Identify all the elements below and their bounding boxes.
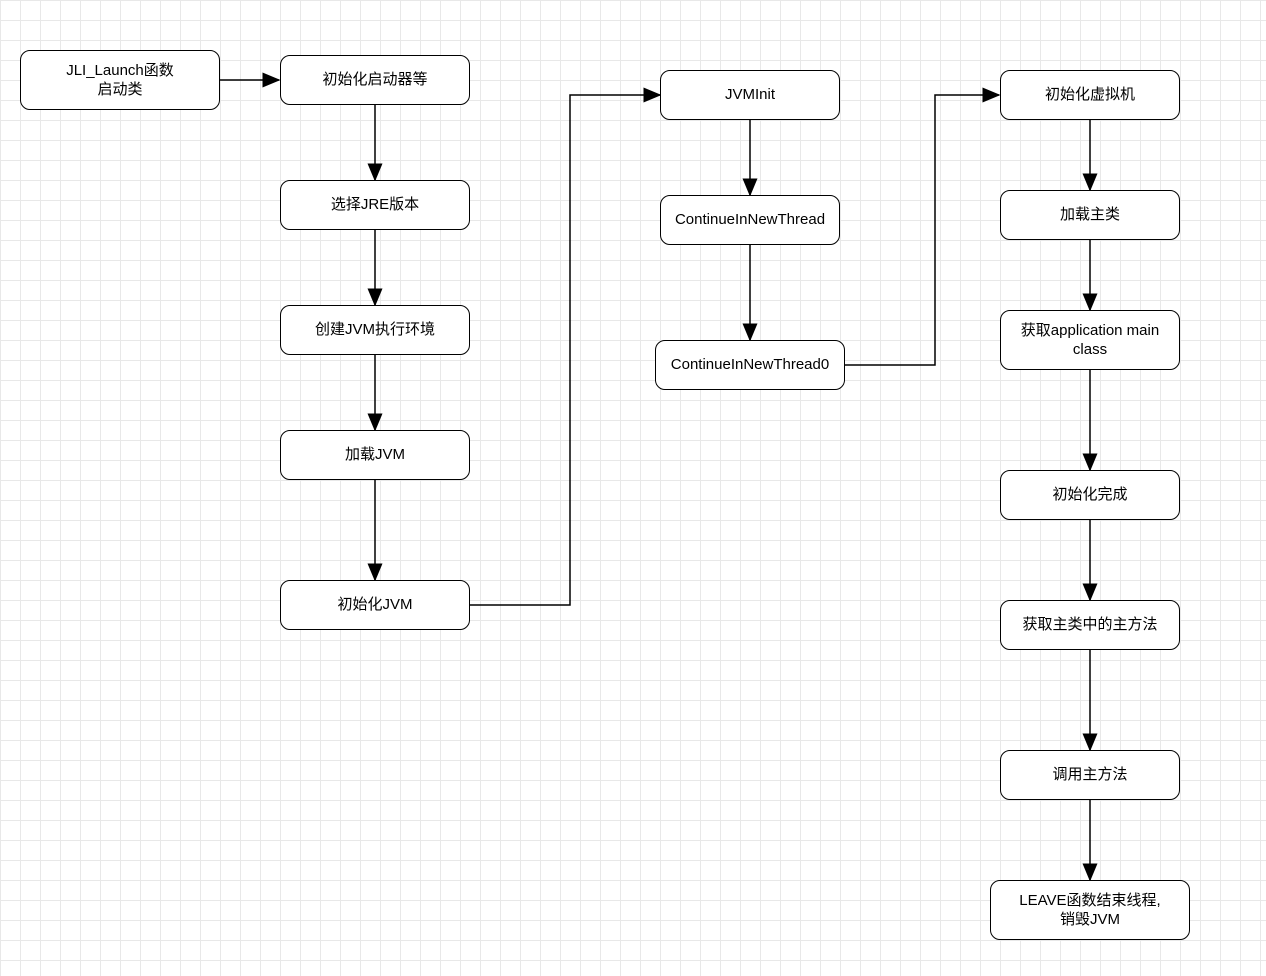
node-init-jvm: 初始化JVM: [280, 580, 470, 630]
node-invoke-main: 调用主方法: [1000, 750, 1180, 800]
node-continue-new-thread: ContinueInNewThread: [660, 195, 840, 245]
node-continue-new-thread0: ContinueInNewThread0: [655, 340, 845, 390]
node-init-complete: 初始化完成: [1000, 470, 1180, 520]
node-load-main-class: 加载主类: [1000, 190, 1180, 240]
node-create-jvm-env: 创建JVM执行环境: [280, 305, 470, 355]
node-init-launcher: 初始化启动器等: [280, 55, 470, 105]
node-jli-launch: JLI_Launch函数启动类: [20, 50, 220, 110]
node-jvminit: JVMInit: [660, 70, 840, 120]
node-init-vm: 初始化虚拟机: [1000, 70, 1180, 120]
node-leave-destroy: LEAVE函数结束线程,销毁JVM: [990, 880, 1190, 940]
node-get-app-main-class: 获取application main class: [1000, 310, 1180, 370]
node-select-jre: 选择JRE版本: [280, 180, 470, 230]
node-get-main-method: 获取主类中的主方法: [1000, 600, 1180, 650]
node-load-jvm: 加载JVM: [280, 430, 470, 480]
